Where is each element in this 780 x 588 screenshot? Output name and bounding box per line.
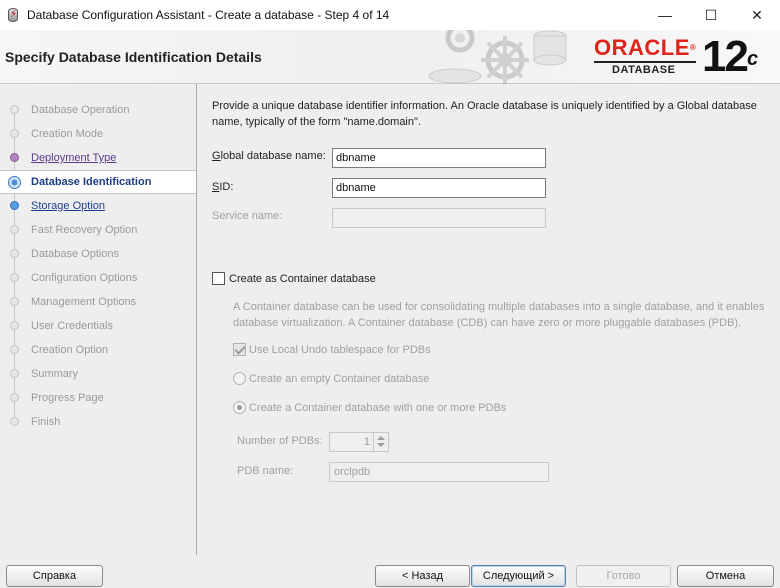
nav-step-label: Creation Option — [31, 344, 109, 356]
service-name-label: Service name: — [212, 210, 283, 222]
num-pdbs-label: Number of PDBs: — [237, 435, 323, 447]
global-db-name-input[interactable] — [332, 148, 546, 168]
finish-button[interactable]: Готово — [576, 565, 671, 587]
step-marker-icon — [10, 129, 19, 138]
next-button[interactable]: Следующий > — [471, 565, 566, 587]
step-marker-icon — [10, 273, 19, 282]
nav-step-management-options: Management Options — [0, 290, 196, 314]
maximize-button[interactable]: ☐ — [688, 0, 734, 30]
step-marker-icon — [10, 345, 19, 354]
nav-step-label: Finish — [31, 416, 61, 428]
num-pdbs-spinner[interactable]: 1 — [329, 432, 389, 452]
num-pdbs-value: 1 — [363, 436, 370, 448]
nav-step-progress-page: Progress Page — [0, 386, 196, 410]
brand-mark: ® — [689, 43, 697, 52]
step-marker-icon — [10, 417, 19, 426]
oracle-logo: ORACLE® DATABASE — [594, 37, 698, 79]
cdb-with-pdbs-label[interactable]: Create a Container database with one or … — [249, 402, 506, 414]
cdb-with-pdbs-radio[interactable] — [233, 401, 246, 414]
container-description: A Container database can be used for con… — [233, 301, 765, 329]
empty-cdb-label[interactable]: Create an empty Container database — [249, 373, 429, 385]
step-marker-icon — [10, 297, 19, 306]
product-name: DATABASE — [612, 64, 676, 76]
version-number: 12 — [702, 32, 749, 81]
title-bar: ⚡ Database Configuration Assistant - Cre… — [0, 0, 780, 30]
step-marker-icon — [10, 201, 19, 210]
step-header: Specify Database Identification Details … — [0, 30, 780, 84]
nav-step-database-options: Database Options — [0, 242, 196, 266]
nav-step-summary: Summary — [0, 362, 196, 386]
nav-step-label[interactable]: Storage Option — [31, 200, 105, 212]
spinner-down-icon[interactable] — [377, 443, 385, 447]
wizard-footer: Справка < Назад Следующий > Готово Отмен… — [0, 555, 780, 588]
version-badge: 12c — [702, 33, 758, 81]
step-marker-icon — [10, 153, 19, 162]
help-button[interactable]: Справка — [6, 565, 103, 587]
step-marker-icon — [8, 176, 21, 189]
nav-step-label[interactable]: Database Identification — [31, 176, 151, 188]
nav-step-label: Database Operation — [31, 104, 130, 116]
nav-step-finish: Finish — [0, 410, 196, 434]
nav-step-label: Management Options — [31, 296, 137, 308]
nav-step-label: Configuration Options — [31, 272, 138, 284]
step-marker-icon — [10, 225, 19, 234]
local-undo-label[interactable]: Use Local Undo tablespace for PDBs — [249, 344, 431, 356]
close-button[interactable]: ✕ — [734, 0, 780, 30]
nav-step-label: Summary — [31, 368, 79, 380]
pdb-name-label: PDB name: — [237, 465, 294, 477]
nav-step-deployment-type[interactable]: Deployment Type — [0, 146, 196, 170]
spinner-arrows[interactable] — [373, 433, 388, 451]
nav-step-label: Creation Mode — [31, 128, 104, 140]
pdb-name-input[interactable]: orclpdb — [329, 462, 549, 482]
nav-step-fast-recovery-option: Fast Recovery Option — [0, 218, 196, 242]
step-marker-icon — [10, 393, 19, 402]
spinner-up-icon[interactable] — [377, 436, 385, 440]
nav-step-database-identification[interactable]: Database Identification — [0, 170, 196, 194]
step-marker-icon — [10, 369, 19, 378]
local-undo-checkbox[interactable] — [233, 343, 246, 356]
nav-step-label[interactable]: Deployment Type — [31, 152, 116, 164]
nav-step-label: User Credentials — [31, 320, 113, 332]
service-name-input[interactable] — [332, 208, 546, 228]
steps-sidebar: Database Operation Creation Mode Deploymen… — [0, 84, 197, 555]
nav-step-creation-mode: Creation Mode — [0, 122, 196, 146]
step-marker-icon — [10, 105, 19, 114]
window-title: Database Configuration Assistant - Creat… — [27, 8, 390, 22]
step-marker-icon — [10, 321, 19, 330]
step-marker-icon — [10, 249, 19, 258]
nav-step-label: Progress Page — [31, 392, 104, 404]
nav-step-creation-option: Creation Option — [0, 338, 196, 362]
brand-name: ORACLE — [594, 35, 690, 60]
database-lightning-icon: ⚡ — [8, 8, 18, 22]
sid-input[interactable] — [332, 178, 546, 198]
nav-step-label: Fast Recovery Option — [31, 224, 138, 236]
main-panel: Provide a unique database identifier inf… — [198, 84, 780, 555]
version-suffix: c — [746, 48, 759, 70]
cancel-button[interactable]: Отмена — [677, 565, 774, 587]
minimize-button[interactable]: — — [642, 0, 688, 30]
nav-step-user-credentials: User Credentials — [0, 314, 196, 338]
sid-label: SID: — [212, 181, 234, 193]
back-button[interactable]: < Назад — [375, 565, 470, 587]
empty-cdb-radio[interactable] — [233, 372, 246, 385]
nav-step-storage-option[interactable]: Storage Option — [0, 194, 196, 218]
page-title: Specify Database Identification Details — [5, 49, 262, 65]
global-db-name-label: Global database name: — [212, 150, 326, 162]
container-db-checkbox[interactable] — [212, 272, 225, 285]
intro-text: Provide a unique database identifier inf… — [212, 100, 757, 128]
nav-step-configuration-options: Configuration Options — [0, 266, 196, 290]
gears-decoration-icon — [428, 30, 567, 84]
nav-step-label: Database Options — [31, 248, 120, 260]
nav-step-database-operation: Database Operation — [0, 98, 196, 122]
container-db-label[interactable]: Create as Container database — [229, 273, 376, 285]
